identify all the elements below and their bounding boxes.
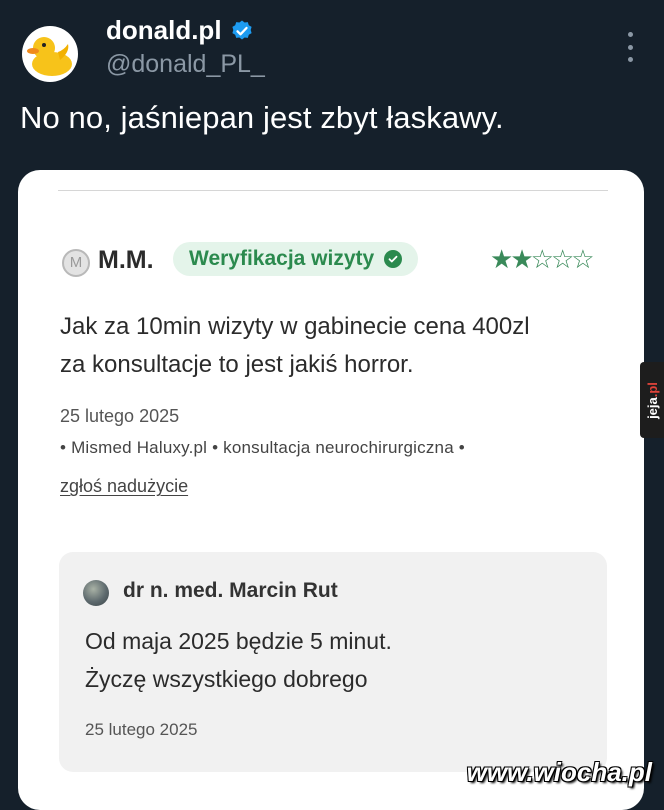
display-name[interactable]: donald.pl [106,15,254,46]
star-rating: ★★☆☆☆ [490,244,595,275]
reply-text: Od maja 2025 będzie 5 minut. Życzę wszys… [85,622,392,698]
reply-line: Życzę wszystkiego dobrego [85,666,368,692]
side-watermark: jeja.pl [640,362,664,438]
star-filled-icon: ★ [490,244,513,274]
review-text: Jak za 10min wizyty w gabinecie cena 400… [60,308,600,384]
star-empty-icon: ☆ [530,244,554,274]
report-abuse-link[interactable]: zgłoś nadużycie [60,476,188,497]
tweet-text: No no, jaśniepan jest zbyt łaskawy. [20,100,504,135]
more-options-icon[interactable] [618,32,642,62]
doctor-avatar [83,580,109,606]
visit-verification-badge: Weryfikacja wizyty [173,242,419,276]
check-icon [384,250,403,268]
watermark-text: jeja [644,396,660,419]
display-name-text[interactable]: donald.pl [106,15,222,46]
reply-date: 25 lutego 2025 [85,720,198,739]
review-meta: • Mismed Haluxy.pl • konsultacja neuroch… [60,438,465,457]
badge-label: Weryfikacja wizyty [189,247,375,270]
reviewer-avatar: M [62,249,90,277]
reviewer-name: M.M. [98,246,154,274]
duck-icon [27,37,72,76]
watermark-domain: .pl [644,381,660,397]
doctor-name: dr n. med. Marcin Rut [123,579,338,602]
review-line: za konsultacje to jest jakiś horror. [60,351,414,378]
verified-badge-icon [231,20,252,39]
avatar[interactable] [22,26,78,82]
reply-line: Od maja 2025 będzie 5 minut. [85,628,392,654]
star-filled-icon: ★ [510,244,533,274]
handle[interactable]: @donald_PL_ [106,50,265,79]
review-card-image[interactable]: M M.M. Weryfikacja wizyty ★★☆☆☆ Jak za 1… [18,170,644,810]
bottom-watermark: www.wiocha.pl [466,757,652,787]
star-empty-icon: ☆ [550,244,574,274]
divider [58,190,608,191]
review-line: Jak za 10min wizyty w gabinecie cena 400… [60,313,530,340]
review-date: 25 lutego 2025 [60,406,180,426]
doctor-reply: dr n. med. Marcin Rut Od maja 2025 będzi… [59,552,607,772]
star-empty-icon: ☆ [571,244,594,274]
